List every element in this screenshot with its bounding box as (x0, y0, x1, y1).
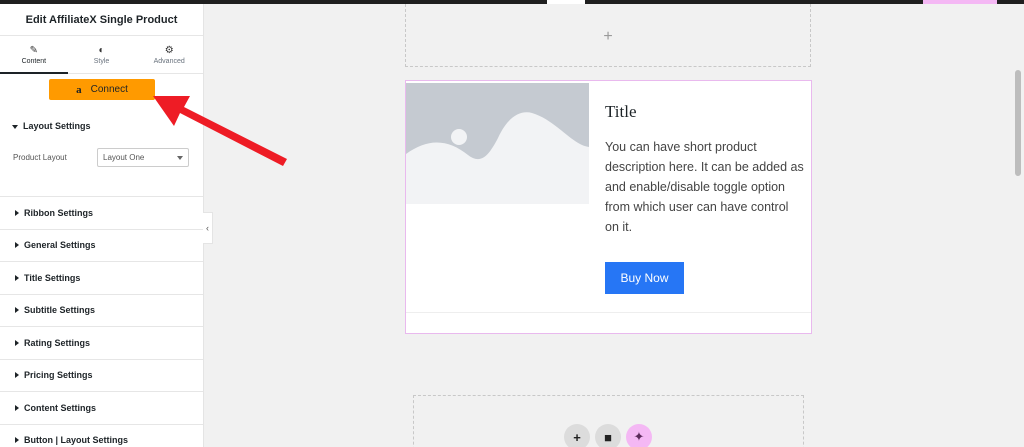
annotation-arrow-icon (153, 96, 287, 166)
tab-label: Advanced (153, 57, 185, 65)
section-title-settings[interactable]: Title Settings (0, 261, 203, 294)
ai-assistant-button[interactable]: ✦ (626, 424, 652, 447)
section-subtitle-settings[interactable]: Subtitle Settings (0, 293, 203, 327)
add-section-icon[interactable]: + (603, 28, 612, 46)
half-circle-icon: ◐ (98, 44, 105, 56)
section-ribbon-settings[interactable]: Ribbon Settings (0, 196, 203, 229)
caret-right-icon (15, 242, 19, 249)
section-label: Pricing Settings (24, 370, 93, 381)
section-pricing-settings[interactable]: Pricing Settings (0, 358, 203, 392)
chevron-left-icon: ‹ (206, 223, 209, 233)
section-label: Title Settings (24, 272, 81, 283)
section-label: General Settings (24, 240, 96, 251)
section-button-layout-settings[interactable]: Button | Layout Settings (0, 423, 203, 447)
caret-right-icon (15, 274, 19, 281)
settings-sections: Ribbon Settings General Settings Title S… (0, 196, 203, 447)
amazon-logo-icon: a (76, 83, 82, 96)
sparkle-icon: ✦ (633, 429, 645, 444)
scrollbar[interactable] (1015, 70, 1021, 176)
tab-advanced[interactable]: ⚙ Advanced (135, 36, 203, 73)
product-card: Title You can have short product descrip… (406, 81, 811, 313)
layout-settings-header[interactable]: Layout Settings (12, 121, 91, 131)
add-element-button[interactable]: + (564, 424, 590, 447)
top-bar-highlight (923, 0, 997, 4)
sidebar-title: Edit AffiliateX Single Product (0, 4, 203, 36)
buy-now-button[interactable]: Buy Now (605, 262, 684, 294)
caret-right-icon (15, 339, 19, 346)
connect-label: Connect (90, 84, 128, 95)
section-general-settings[interactable]: General Settings (0, 228, 203, 262)
pencil-icon: ✎ (29, 44, 39, 56)
product-title: Title (605, 102, 637, 121)
caret-right-icon (15, 209, 19, 216)
caret-right-icon (15, 437, 19, 444)
product-description: You can have short product description h… (605, 140, 804, 234)
product-layout-value: Layout One (103, 153, 145, 162)
single-product-widget[interactable]: Title You can have short product descrip… (405, 80, 812, 334)
caret-right-icon (15, 307, 19, 314)
tab-style[interactable]: ◐ Style (68, 36, 136, 73)
caret-right-icon (15, 404, 19, 411)
gear-icon: ⚙ (164, 44, 174, 56)
image-placeholder-icon (406, 83, 589, 204)
sidebar-tabs: ✎ Content ◐ Style ⚙ Advanced (0, 36, 203, 74)
template-library-button[interactable]: ■ (595, 424, 621, 447)
tab-label: Content (21, 57, 47, 65)
section-label: Content Settings (24, 402, 96, 413)
tab-label: Style (93, 57, 110, 65)
product-layout-label: Product Layout (13, 153, 67, 162)
collapse-panel-button[interactable]: ‹ (203, 212, 213, 244)
section-content-settings[interactable]: Content Settings (0, 391, 203, 424)
section-label: Subtitle Settings (24, 305, 96, 316)
plus-icon: + (573, 429, 581, 445)
section-rating-settings[interactable]: Rating Settings (0, 326, 203, 359)
folder-icon: ■ (604, 429, 612, 445)
empty-section-top[interactable]: + (405, 4, 811, 67)
caret-right-icon (15, 372, 19, 379)
layout-settings-label: Layout Settings (23, 121, 91, 131)
section-label: Ribbon Settings (24, 207, 93, 218)
caret-down-icon (12, 124, 18, 129)
connect-button[interactable]: a Connect (49, 79, 155, 100)
section-label: Rating Settings (24, 337, 91, 348)
tab-content[interactable]: ✎ Content (0, 36, 68, 74)
section-label: Button | Layout Settings (24, 435, 129, 446)
